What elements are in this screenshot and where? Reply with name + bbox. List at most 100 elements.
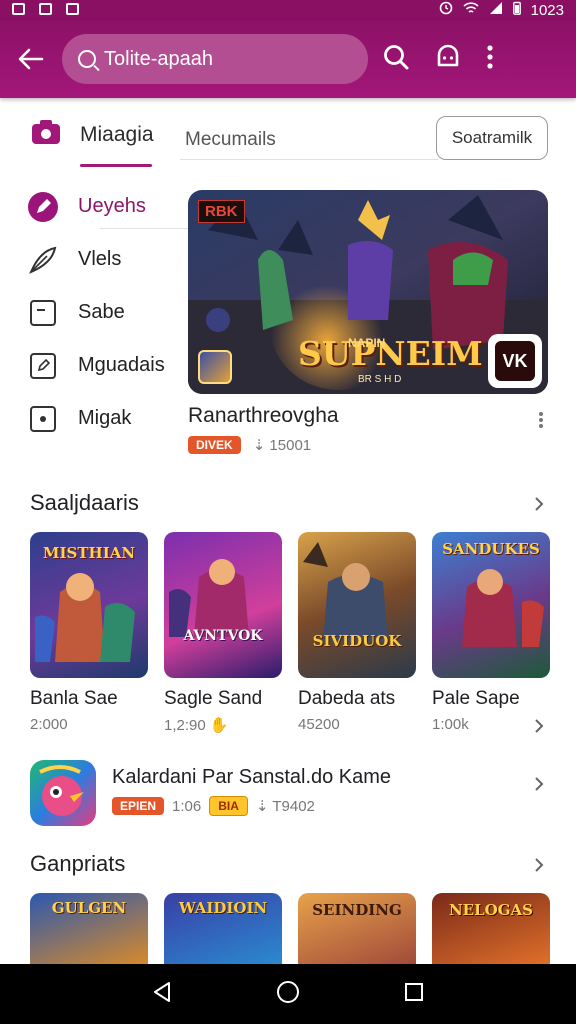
signal-icon [489,1,503,19]
app-icon [30,760,96,826]
tab-indicator [80,164,152,167]
thumbnail-title: SIVIDUOK [312,632,402,650]
game-thumbnail[interactable]: NELOGAS [432,893,550,965]
featured-game-icon [198,350,232,384]
game-thumbnail[interactable]: GULGEN [30,893,148,965]
app-title: Kalardani Par Sanstal.do Kame [112,766,392,788]
circle-pen-icon [26,190,60,224]
card-title: Sagle Sand [164,688,263,709]
system-nav-bar [0,964,576,1024]
nav-back-icon[interactable] [152,981,172,1008]
thumbnail-title: SANDUKES [442,540,540,558]
camera-bag-icon [30,118,62,152]
chevron-right-icon[interactable] [532,776,546,797]
search-icon[interactable] [382,43,410,76]
sidebar-item-1[interactable]: Ueyehs [26,180,186,233]
game-thumbnail: SIVIDUOK [298,532,416,678]
nav-home-icon[interactable] [276,980,300,1009]
filter-chip[interactable]: Soatramilk [436,116,548,160]
featured-banner-pre: NAPIN [348,336,386,350]
section-title: Saaljdaaris [30,490,139,515]
featured-downloads: ⇣ 15001 [252,437,312,454]
clock-time: 1023 [530,1,564,19]
tab-main[interactable]: Miaagia [30,118,154,152]
thumbnail-title: WAIDIOIN [178,899,268,917]
featured-badge: RBK [198,200,245,223]
status-bar: 1023 [0,0,576,20]
chevron-right-icon[interactable] [532,496,546,511]
chevron-right-icon[interactable] [532,718,546,733]
featured-banner-title: SUPNEIM [298,334,483,373]
game-card[interactable]: MISTHIAN Banla Sae 2:000 [30,532,148,734]
notification-square-icon [12,2,25,19]
search-text: Tolite-apaah [104,47,213,70]
more-vert-icon[interactable] [538,410,544,430]
feather-icon [26,243,60,277]
card-title: Pale Sape [432,688,520,709]
tab-bar: Miaagia Mecumails Soatramilk [0,112,576,168]
tab-second[interactable]: Mecumails [185,129,276,151]
featured-banner-sub: BR S H D [358,374,402,385]
game-thumbnail[interactable]: WAIDIOIN [164,893,282,965]
game-thumbnail: AVNTVOK [164,532,282,678]
tab-divider [180,159,438,160]
game-thumbnail[interactable]: SEINDING [298,893,416,965]
app-bar: Tolite-apaah [0,20,576,98]
game-card[interactable]: SANDUKES Pale Sape 1:00k [432,532,550,734]
search-field-icon [78,50,96,68]
game-thumbnail: MISTHIAN [30,532,148,678]
wifi-icon [463,1,479,19]
battery-icon [512,1,521,19]
sidebar: Ueyehs Vlels Sabe Mguadais Migak [26,180,212,445]
featured-info: Ranarthreovgha DIVEK ⇣ 15001 [188,404,548,454]
card-meta: 1,2:90 ✋ [164,716,229,735]
thumbnail-title: SEINDING [312,901,402,919]
alarm-icon [439,1,453,19]
thumbnail-title: AVNTVOK [183,628,263,644]
game-card[interactable]: SIVIDUOK Dabeda ats 45200 [298,532,416,734]
chevron-right-icon[interactable] [532,857,546,872]
app-tag-secondary: BIA [209,796,248,816]
sidebar-item-3[interactable]: Sabe [26,286,186,339]
game-card-row: GULGEN WAIDIOIN SEINDING NELOGAS [30,893,550,965]
card-title: Dabeda ats [298,688,396,709]
app-list-item[interactable]: Kalardani Par Sanstal.do Kame EPIEN 1:06… [30,760,548,826]
back-arrow-icon[interactable] [0,28,62,90]
sidebar-item-5[interactable]: Migak [26,392,186,445]
notification-icon[interactable] [434,43,462,76]
notification-square-icon [39,2,52,19]
featured-tag: DIVEK [188,436,241,454]
app-tag: EPIEN [112,797,165,815]
hand-icon: ✋ [209,717,229,734]
section-title: Ganpriats [30,851,126,876]
nav-recents-icon[interactable] [404,982,424,1007]
game-card-row: MISTHIAN Banla Sae 2:000 AVNTVOK Sagle S… [30,532,550,734]
featured-banner[interactable]: RBK SUPNEIM NAPIN BR S H D VK [188,190,548,394]
sidebar-item-label: Sabe [78,301,125,323]
featured-name[interactable]: Ranarthreovgha [188,404,548,428]
thumbnail-title: MISTHIAN [42,544,136,562]
edit-square-icon [26,349,60,383]
sidebar-item-label: Mguadais [78,354,165,376]
thumbnail-title: GULGEN [51,899,127,917]
game-thumbnail: SANDUKES [432,532,550,678]
tab-main-label: Miaagia [80,123,154,146]
featured-logo-text: VK [495,341,535,381]
sidebar-item-label: Migak [78,407,132,429]
sidebar-item-label: Vlels [78,248,122,270]
card-title: Banla Sae [30,688,118,709]
square-dot-icon [26,402,60,436]
game-card[interactable]: AVNTVOK Sagle Sand 1,2:90 ✋ [164,532,282,734]
sidebar-item-4[interactable]: Mguadais [26,339,186,392]
card-meta: 45200 [298,716,340,733]
square-note-icon [26,296,60,330]
app-downloads: ⇣ T9402 [255,798,315,815]
sidebar-item-2[interactable]: Vlels [26,233,186,286]
search-input[interactable]: Tolite-apaah [62,34,368,84]
card-meta: 2:000 [30,716,68,733]
more-vert-icon[interactable] [486,44,494,75]
app-rating: 1:06 [172,797,202,815]
featured-logo: VK [488,334,542,388]
thumbnail-title: NELOGAS [448,901,534,919]
notification-square-icon [66,2,79,19]
